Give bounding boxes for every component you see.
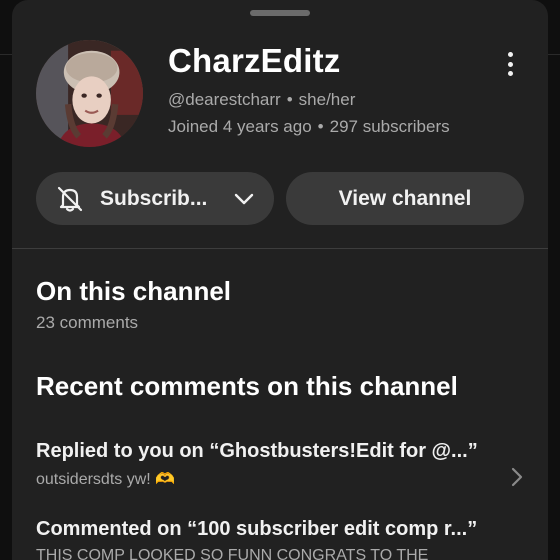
comment-snippet: THIS COMP LOOKED SO FUNN CONGRATS TO THE: [36, 547, 429, 560]
comment-headline: Replied to you on “Ghostbusters!Edit for…: [36, 440, 478, 462]
avatar-image: [36, 40, 143, 147]
comment-headline: Commented on “100 subscriber edit comp r…: [36, 518, 478, 540]
recent-comments-title: Recent comments on this channel: [36, 371, 458, 401]
subscribe-label: Subscrib...: [100, 186, 208, 210]
channel-handle-row: @dearestcharr • she/her: [168, 90, 355, 110]
chevron-right-icon: [511, 467, 523, 487]
comment-snippet: outsidersdts yw! 🫶: [36, 471, 176, 488]
avatar[interactable]: [36, 40, 143, 147]
comment-count: 23 comments: [36, 313, 139, 332]
separator-dot: •: [317, 117, 324, 136]
comment-list-item[interactable]: Replied to you on “Ghostbusters!Edit for…: [36, 440, 548, 496]
on-channel-title: On this channel: [36, 276, 232, 306]
section-divider: [12, 248, 548, 249]
more-options-button[interactable]: [498, 48, 522, 80]
channel-bottom-sheet: CharzEditz @dearestcharr • she/her Joined …: [12, 0, 548, 560]
channel-handle: @dearestcharr: [168, 90, 281, 109]
more-vertical-icon: [507, 52, 513, 57]
bell-off-icon: [57, 186, 83, 212]
view-channel-button[interactable]: View channel: [286, 172, 524, 225]
comment-list-item[interactable]: Commented on “100 subscriber edit comp r…: [36, 518, 548, 560]
subscriber-count: 297 subscribers: [329, 117, 450, 136]
channel-pronouns: she/her: [298, 90, 356, 109]
chevron-down-icon: [234, 193, 254, 204]
drag-handle[interactable]: [250, 10, 310, 16]
separator-dot: •: [286, 90, 293, 109]
channel-stats-row: Joined 4 years ago • 297 subscribers: [168, 117, 450, 137]
subscribe-button[interactable]: Subscrib...: [36, 172, 274, 225]
channel-name: CharzEditz: [168, 42, 341, 79]
joined-date: Joined 4 years ago: [168, 117, 312, 136]
